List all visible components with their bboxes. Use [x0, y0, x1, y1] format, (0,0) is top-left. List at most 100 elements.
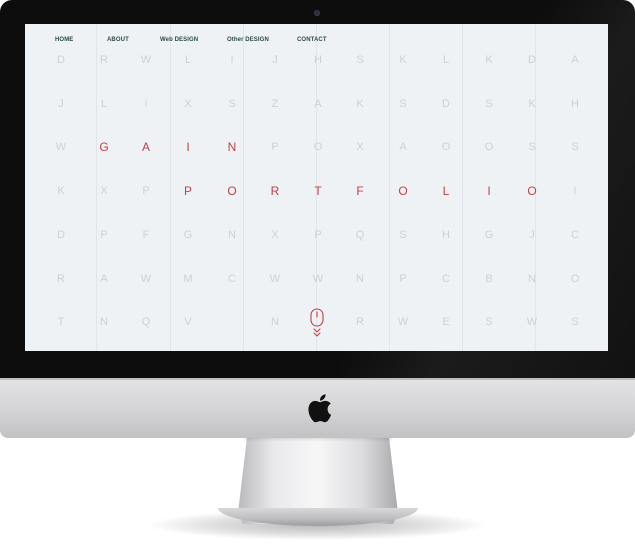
- nav-web-design[interactable]: Web DESIGN: [160, 37, 198, 43]
- grid-letter: O: [441, 141, 451, 153]
- grid-letter: D: [442, 98, 450, 110]
- grid-letter: N: [528, 273, 536, 285]
- grid-letter: J: [58, 98, 64, 110]
- grid-letter: W: [526, 316, 538, 328]
- grid-letter: W: [140, 273, 152, 285]
- grid-letter: V: [184, 316, 192, 328]
- top-nav: HOME ABOUT Web DESIGN Other DESIGN CONTA…: [25, 37, 608, 49]
- nav-home[interactable]: HOME: [55, 37, 73, 43]
- grid-letter: A: [100, 273, 108, 285]
- apple-logo-icon: [308, 394, 332, 423]
- grid-letter: J: [272, 54, 278, 66]
- column-guide-line: [243, 24, 244, 351]
- grid-letter: C: [228, 273, 236, 285]
- grid-letter: I: [573, 185, 577, 197]
- grid-letter: A: [399, 141, 407, 153]
- nav-other-design[interactable]: Other DESIGN: [227, 37, 269, 43]
- highlighted-letter: I: [186, 140, 190, 154]
- grid-letter: R: [100, 54, 108, 66]
- grid-letter: D: [528, 54, 536, 66]
- grid-letter: W: [312, 273, 324, 285]
- column-guide-line: [462, 24, 463, 351]
- highlighted-letter: O: [527, 184, 537, 198]
- highlighted-letter: R: [270, 184, 280, 198]
- grid-letter: D: [57, 229, 65, 241]
- grid-letter: W: [397, 316, 409, 328]
- grid-letter: N: [271, 316, 279, 328]
- grid-letter: N: [228, 229, 236, 241]
- grid-letter: L: [100, 98, 108, 110]
- grid-letter: I: [230, 54, 234, 66]
- grid-letter: N: [356, 273, 364, 285]
- grid-letter: G: [183, 229, 193, 241]
- grid-letter: S: [485, 316, 493, 328]
- grid-letter: X: [184, 98, 192, 110]
- grid-letter: A: [571, 54, 579, 66]
- mouse-scroll-icon[interactable]: [309, 308, 325, 338]
- highlighted-letter: P: [183, 184, 192, 198]
- grid-letter: S: [571, 141, 579, 153]
- grid-letter: K: [528, 98, 536, 110]
- column-guide-line: [389, 24, 390, 351]
- highlighted-letter: T: [314, 184, 322, 198]
- grid-letter: O: [313, 141, 323, 153]
- highlighted-letter: A: [141, 140, 150, 154]
- grid-letter: K: [57, 185, 65, 197]
- highlighted-letter: O: [227, 184, 237, 198]
- grid-letter: T: [57, 316, 65, 328]
- grid-letter: L: [442, 54, 450, 66]
- grid-letter: Q: [355, 229, 365, 241]
- grid-letter: H: [442, 229, 450, 241]
- grid-letter: K: [356, 98, 364, 110]
- grid-letter: S: [228, 98, 236, 110]
- column-guide-line: [170, 24, 171, 351]
- grid-letter: E: [442, 316, 450, 328]
- chin-edge: [0, 378, 635, 380]
- highlighted-letter: O: [398, 184, 408, 198]
- grid-letter: Z: [271, 98, 279, 110]
- grid-letter: P: [314, 229, 322, 241]
- highlighted-letter: N: [227, 140, 237, 154]
- monitor-mockup: HOME ABOUT Web DESIGN Other DESIGN CONTA…: [0, 0, 635, 549]
- grid-letter: O: [570, 273, 580, 285]
- grid-letter: S: [399, 98, 407, 110]
- grid-letter: R: [57, 273, 65, 285]
- highlighted-letter: F: [356, 184, 364, 198]
- grid-letter: W: [140, 54, 152, 66]
- grid-letter: H: [571, 98, 579, 110]
- grid-letter: P: [399, 273, 407, 285]
- highlighted-letter: L: [442, 184, 450, 198]
- grid-letter: D: [57, 54, 65, 66]
- grid-letter: X: [271, 229, 279, 241]
- grid-letter: H: [314, 54, 322, 66]
- grid-letter: M: [183, 273, 193, 285]
- grid-letter: Q: [141, 316, 151, 328]
- grid-letter: N: [100, 316, 108, 328]
- grid-letter: L: [184, 54, 192, 66]
- grid-letter: W: [269, 273, 281, 285]
- grid-letter: S: [528, 141, 536, 153]
- grid-letter: O: [484, 141, 494, 153]
- grid-letter: S: [399, 229, 407, 241]
- grid-letter: P: [100, 229, 108, 241]
- grid-letter: P: [271, 141, 279, 153]
- grid-letter: C: [442, 273, 450, 285]
- nav-contact[interactable]: CONTACT: [297, 37, 327, 43]
- grid-letter: J: [529, 229, 535, 241]
- grid-letter: X: [100, 185, 108, 197]
- grid-letter: S: [356, 54, 364, 66]
- grid-letter: A: [314, 98, 322, 110]
- grid-letter: W: [55, 141, 67, 153]
- grid-letter: X: [356, 141, 364, 153]
- highlighted-letter: I: [487, 184, 491, 198]
- webcam-icon: [314, 10, 320, 16]
- grid-letter: G: [484, 229, 494, 241]
- grid-letter: K: [485, 54, 493, 66]
- screen: HOME ABOUT Web DESIGN Other DESIGN CONTA…: [25, 24, 608, 351]
- grid-letter: S: [485, 98, 493, 110]
- grid-letter: P: [142, 185, 150, 197]
- grid-letter: R: [356, 316, 364, 328]
- highlighted-letter: G: [99, 140, 109, 154]
- grid-letter: F: [142, 229, 150, 241]
- nav-about[interactable]: ABOUT: [107, 37, 129, 43]
